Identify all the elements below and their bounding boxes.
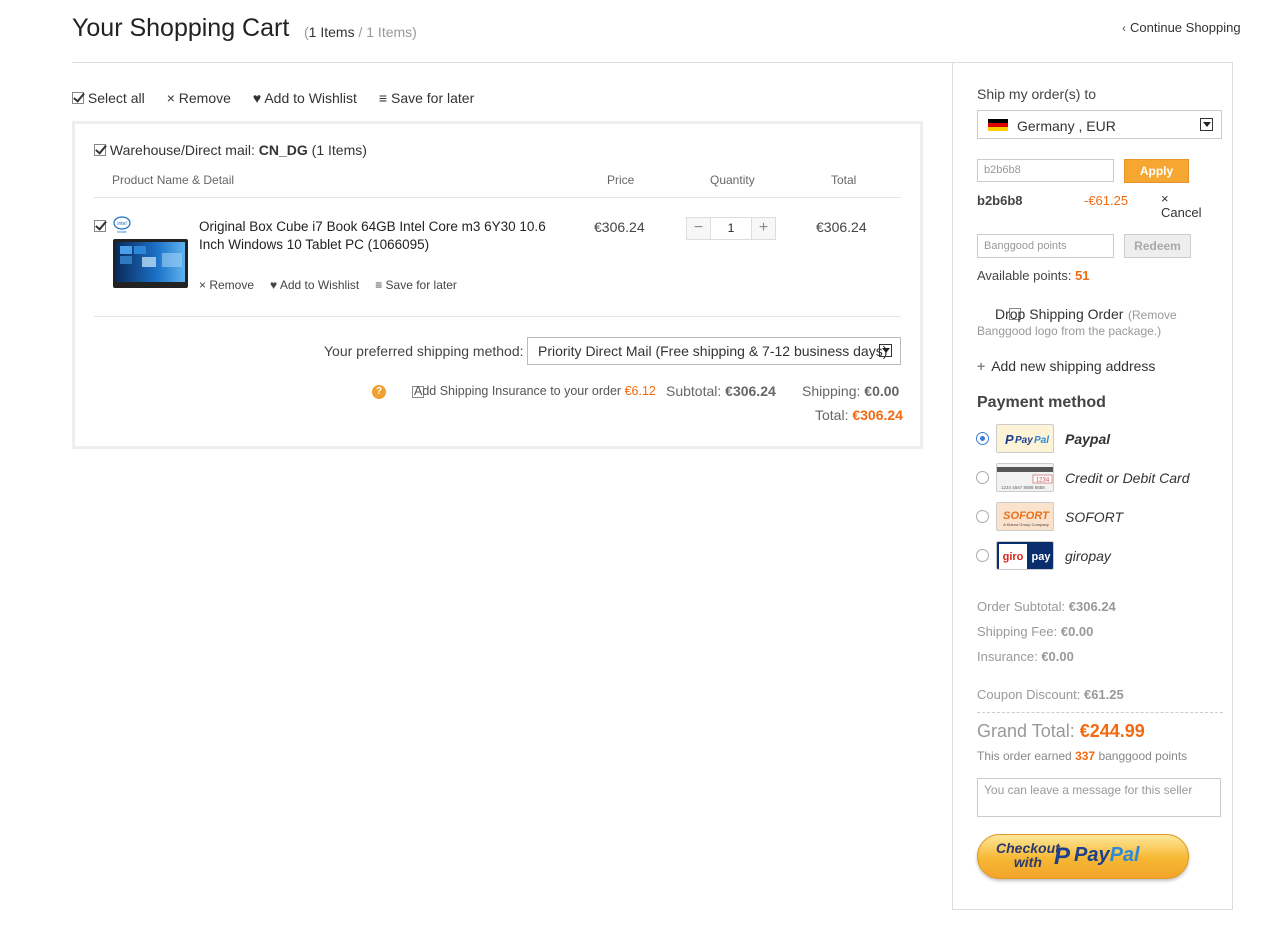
grand-total: Grand Total: €244.99 — [977, 721, 1145, 741]
item-total: €306.24 — [816, 219, 867, 235]
row-divider — [94, 316, 901, 317]
product-name-link[interactable]: Original Box Cube i7 Book 64GB Intel Cor… — [199, 218, 549, 254]
column-header-price: Price — [607, 173, 635, 187]
add-shipping-address-link[interactable]: + Add new shipping address — [977, 358, 1155, 374]
shipping-fee: Shipping Fee: €0.00 — [977, 624, 1094, 639]
chevron-down-icon — [1200, 118, 1213, 131]
svg-text:P: P — [1005, 432, 1014, 447]
cancel-coupon-button[interactable]: × Cancel — [1161, 192, 1211, 220]
svg-text:inside: inside — [117, 230, 126, 234]
ship-to-label: Ship my order(s) to — [977, 86, 1097, 102]
quantity-input[interactable]: 1 — [711, 217, 751, 240]
apply-coupon-button[interactable]: Apply — [1124, 159, 1189, 183]
svg-text:1234: 1234 — [1036, 478, 1050, 484]
selected-count: 1 Items — [308, 24, 355, 40]
item-count: (1 Items / 1 Items) — [304, 24, 417, 40]
svg-text:giro: giro — [1003, 551, 1024, 563]
select-all-checkbox[interactable]: Select all — [72, 90, 145, 106]
item-wishlist-button[interactable]: ♥ Add to Wishlist — [270, 278, 359, 292]
payment-method-title: Payment method — [977, 394, 1106, 411]
item-checkbox[interactable] — [94, 220, 106, 232]
earned-points: This order earned 337 banggood points — [977, 749, 1188, 763]
svg-text:pay: pay — [1032, 551, 1052, 563]
card-label: Credit or Debit Card — [1065, 470, 1190, 486]
quantity-stepper: − 1 + — [686, 217, 776, 240]
card-radio[interactable] — [976, 471, 989, 484]
column-header-product: Product Name & Detail — [112, 173, 235, 187]
header-divider — [72, 62, 952, 63]
paypal-p-icon: P — [1054, 843, 1071, 870]
cart-shipping: Shipping: €0.00 — [802, 383, 900, 399]
chevron-left-icon: ‹ — [1122, 21, 1126, 35]
coupon-discount: Coupon Discount: €61.25 — [977, 687, 1124, 702]
chevron-down-icon — [879, 344, 892, 357]
svg-text:Pay: Pay — [1015, 435, 1033, 446]
available-points: Available points: 51 — [977, 268, 1090, 283]
paypal-logo-icon: P Pay Pal — [996, 424, 1054, 453]
item-remove-button[interactable]: × Remove — [199, 278, 254, 292]
drop-shipping-note-cont: Banggood logo from the package.) — [977, 324, 1162, 338]
decrease-quantity-button[interactable]: − — [686, 217, 711, 240]
svg-text:SOFORT: SOFORT — [1003, 510, 1050, 522]
shipping-method-label: Your preferred shipping method: — [324, 343, 524, 359]
warehouse-line: Warehouse/Direct mail: CN_DG (1 Items) — [94, 142, 367, 158]
save-for-later-button[interactable]: ≡ Save for later — [379, 90, 474, 106]
warehouse-code: CN_DG — [258, 142, 308, 158]
item-save-later-button[interactable]: ≡ Save for later — [375, 278, 457, 292]
insurance-fee: Insurance: €0.00 — [977, 649, 1074, 664]
coupon-input[interactable]: b2b6b8 — [977, 159, 1114, 182]
column-header-quantity: Quantity — [710, 173, 755, 187]
svg-text:intel: intel — [117, 221, 126, 227]
continue-shopping-link[interactable]: ‹ Continue Shopping — [1122, 20, 1241, 35]
paypal-checkout-button[interactable]: Checkout with P PayPal — [977, 834, 1189, 879]
insurance-label: Add Shipping Insurance to your order €6.… — [414, 384, 656, 398]
paypal-label: Paypal — [1065, 431, 1111, 447]
country-currency-select[interactable]: Germany , EUR — [977, 110, 1222, 139]
germany-flag-icon — [988, 119, 1008, 131]
cart-toolbar: Select all × Remove ♥ Add to Wishlist ≡ … — [72, 90, 474, 106]
svg-text:1234 4567 8888 8888: 1234 4567 8888 8888 — [1001, 485, 1045, 490]
credit-card-icon: 1234 1234 4567 8888 8888 — [996, 463, 1054, 492]
page-title: Your Shopping Cart — [72, 14, 290, 42]
sofort-logo-icon: SOFORT A Klarna Group Company — [996, 502, 1054, 531]
order-subtotal: Order Subtotal: €306.24 — [977, 599, 1116, 614]
paypal-radio[interactable] — [976, 432, 989, 445]
drop-shipping-note: (Remove — [1128, 308, 1177, 322]
add-to-wishlist-button[interactable]: ♥ Add to Wishlist — [253, 90, 357, 106]
checkbox-icon[interactable] — [72, 92, 84, 104]
giropay-label: giropay — [1065, 548, 1111, 564]
paypal-wordmark: PayPal — [1074, 844, 1140, 866]
column-header-total: Total — [831, 173, 857, 187]
plus-icon: + — [977, 358, 986, 374]
sofort-label: SOFORT — [1065, 509, 1124, 525]
product-image[interactable]: intel inside — [112, 215, 189, 289]
giropay-radio[interactable] — [976, 549, 989, 562]
svg-text:Pal: Pal — [1034, 435, 1049, 446]
sofort-radio[interactable] — [976, 510, 989, 523]
help-icon[interactable]: ? — [372, 385, 386, 399]
total-count: 1 Items — [366, 24, 413, 40]
giropay-logo-icon: giro pay — [996, 541, 1054, 570]
item-actions: × Remove ♥ Add to Wishlist ≡ Save for la… — [199, 278, 457, 292]
insurance-price: €6.12 — [624, 384, 656, 398]
applied-coupon-code: b2b6b8 — [977, 193, 1023, 208]
points-input[interactable]: Banggood points — [977, 234, 1114, 258]
increase-quantity-button[interactable]: + — [751, 217, 776, 240]
cart-total: Total: €306.24 — [815, 407, 903, 423]
applied-coupon-discount: -€61.25 — [1084, 193, 1129, 208]
shipping-method-select[interactable]: Priority Direct Mail (Free shipping & 7-… — [527, 337, 901, 365]
seller-message-input[interactable]: You can leave a message for this seller — [977, 778, 1221, 817]
redeem-button[interactable]: Redeem — [1124, 234, 1191, 258]
svg-text:A Klarna Group Company: A Klarna Group Company — [1003, 522, 1049, 527]
warehouse-checkbox[interactable] — [94, 144, 106, 156]
table-header-divider — [94, 197, 901, 198]
item-price: €306.24 — [594, 219, 645, 235]
checkout-label: Checkout with — [996, 840, 1060, 870]
cart-subtotal: Subtotal: €306.24 — [666, 383, 776, 399]
summary-divider — [977, 712, 1223, 713]
remove-selected-button[interactable]: × Remove — [167, 90, 231, 106]
drop-shipping-label: Drop Shipping Order — [995, 306, 1124, 322]
